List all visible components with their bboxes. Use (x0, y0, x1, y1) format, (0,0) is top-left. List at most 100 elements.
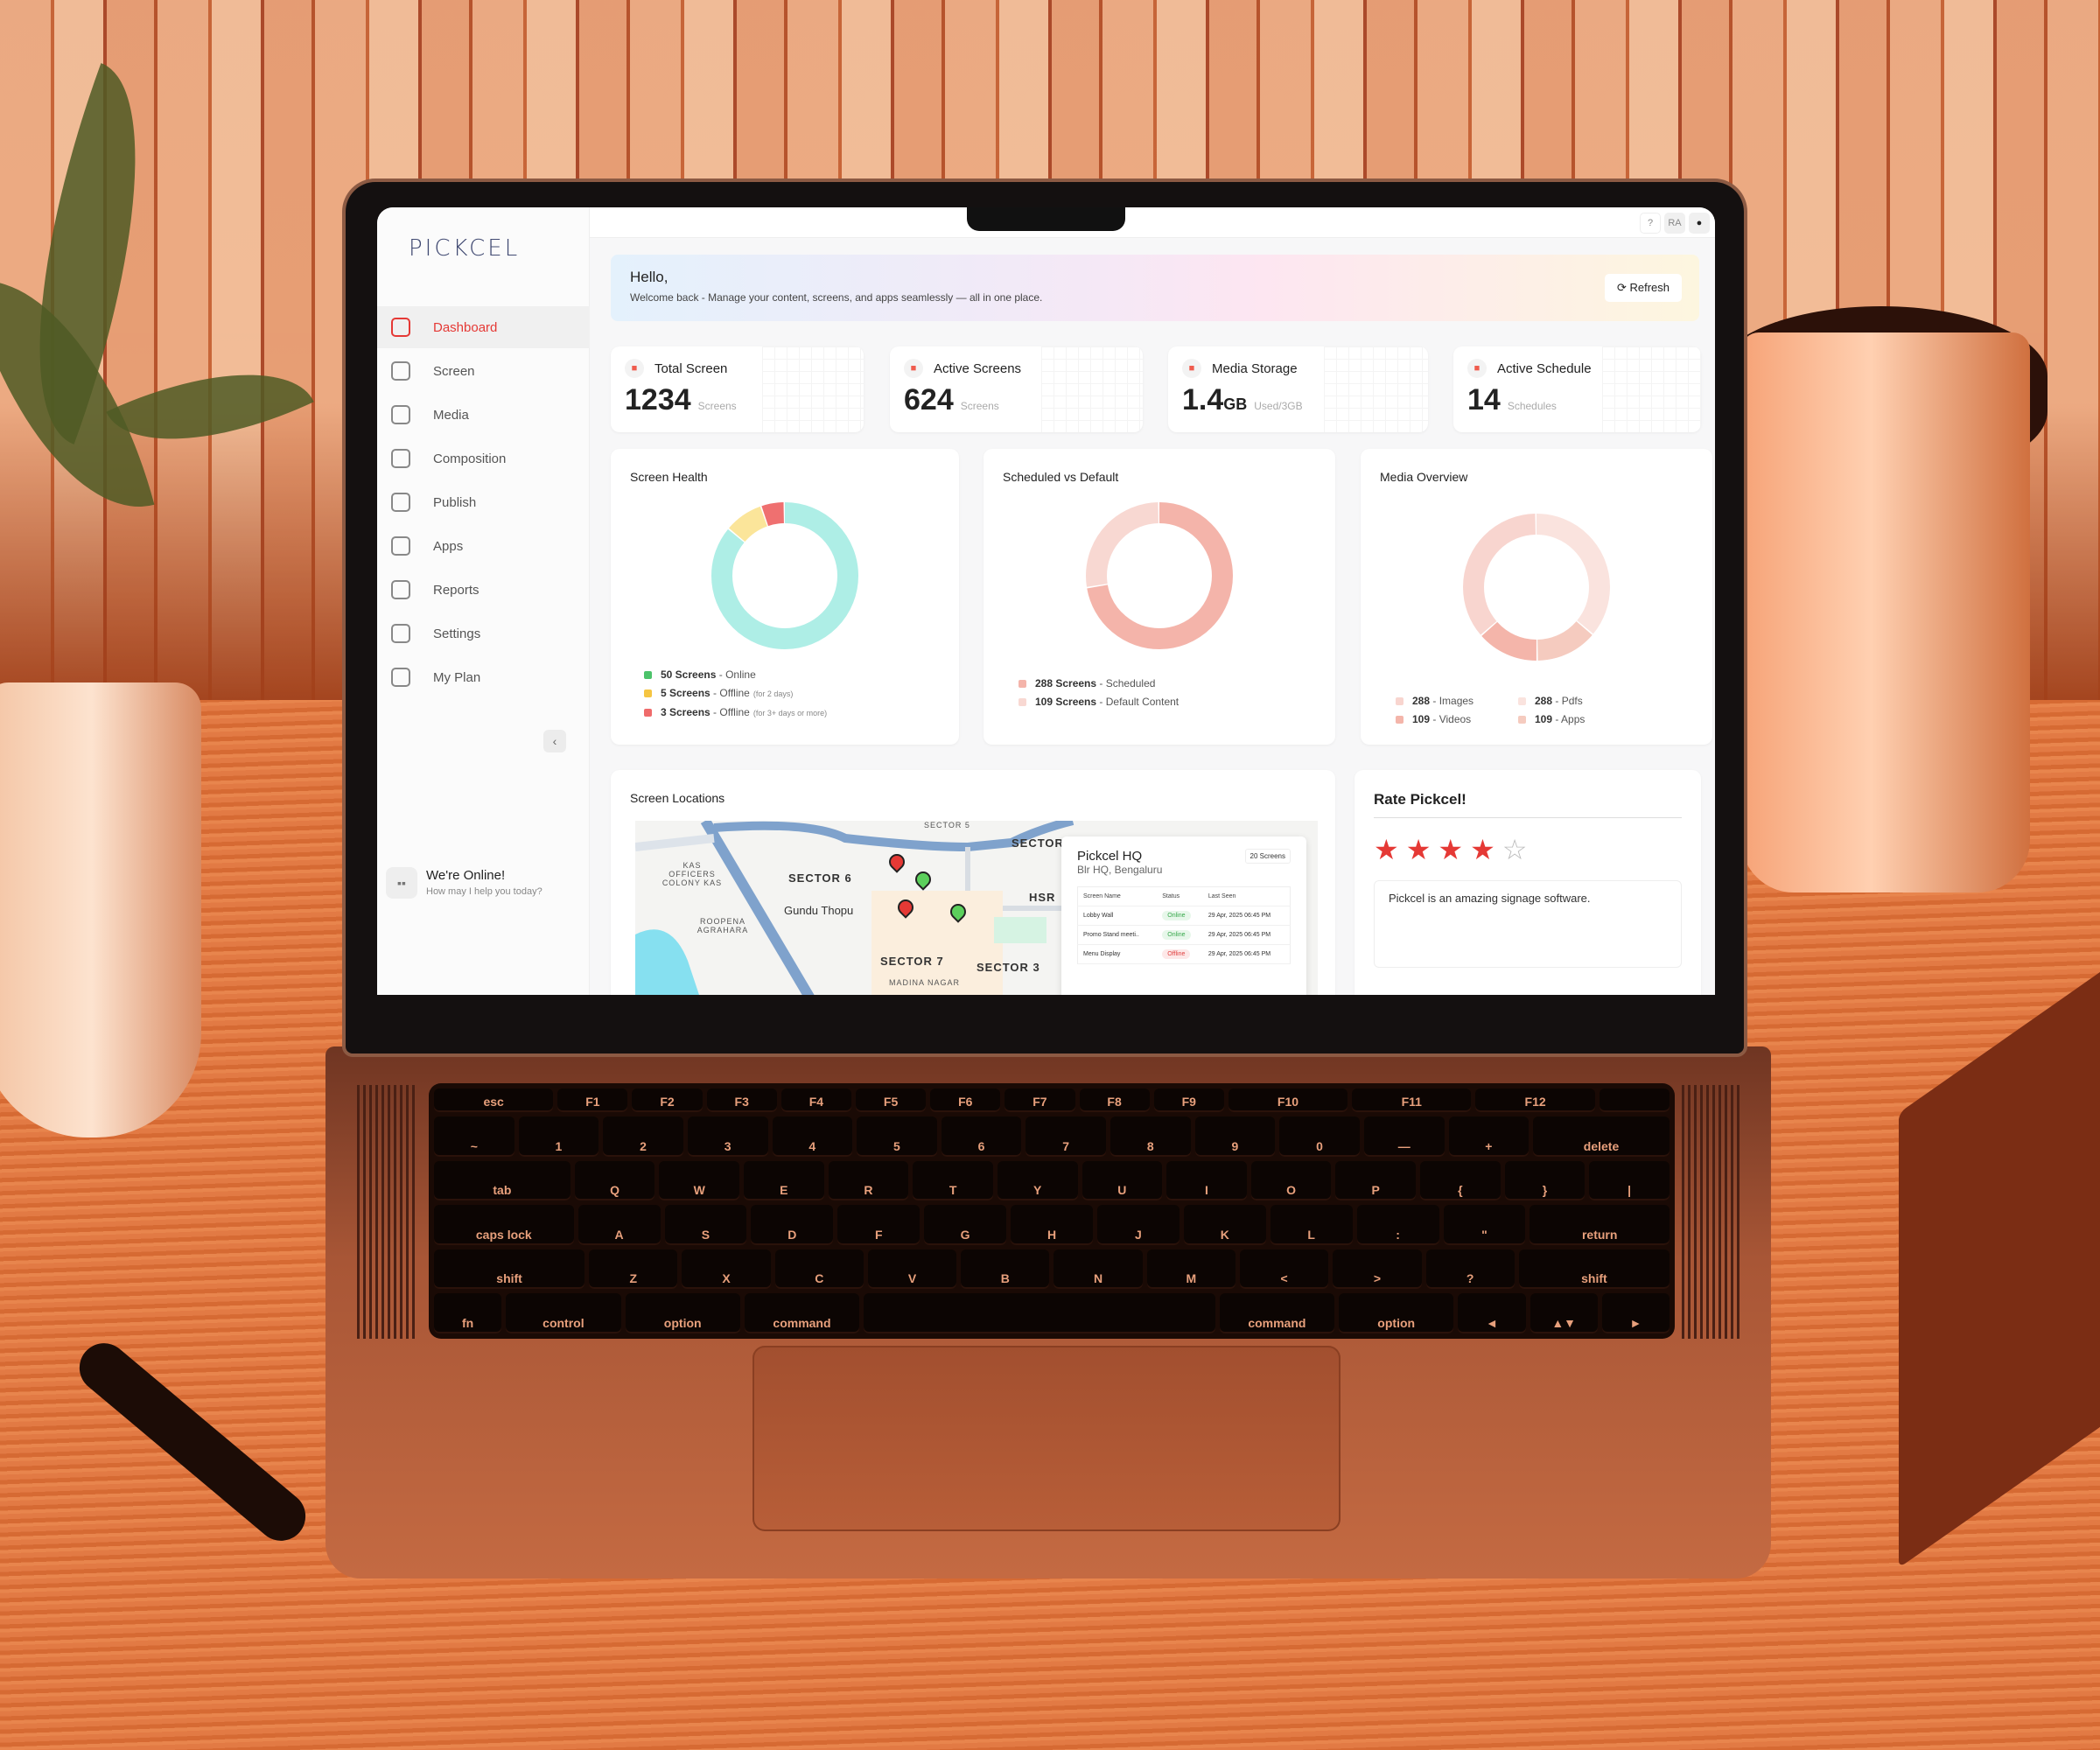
key-g[interactable]: G (924, 1205, 1007, 1245)
sidebar-item-media[interactable]: Media (377, 394, 590, 436)
key-blank[interactable] (1599, 1088, 1670, 1113)
key-blank[interactable] (864, 1293, 1215, 1334)
support-chat[interactable]: ▪▪ We're Online! How may I help you today… (386, 867, 542, 899)
key-f7[interactable]: F7 (1004, 1088, 1075, 1113)
star-filled-icon[interactable]: ★ (1470, 833, 1495, 866)
key-2[interactable]: 2 (603, 1116, 683, 1157)
key-7[interactable]: 7 (1026, 1116, 1106, 1157)
key-f11[interactable]: F11 (1352, 1088, 1472, 1113)
key-m[interactable]: M (1146, 1249, 1236, 1290)
key-k[interactable]: K (1183, 1205, 1266, 1245)
key-c[interactable]: C (774, 1249, 864, 1290)
sidebar-item-my-plan[interactable]: My Plan (377, 656, 590, 698)
key-?[interactable]: ? (1425, 1249, 1515, 1290)
key-r[interactable]: R (828, 1160, 909, 1201)
key-f2[interactable]: F2 (632, 1088, 703, 1113)
user-avatar[interactable]: RA (1664, 213, 1685, 234)
key-tab[interactable]: tab (434, 1160, 570, 1201)
key-command[interactable]: command (744, 1293, 860, 1334)
key-shift[interactable]: shift (1518, 1249, 1670, 1290)
key-i[interactable]: I (1166, 1160, 1247, 1201)
key-a[interactable]: A (578, 1205, 661, 1245)
key-f10[interactable]: F10 (1228, 1088, 1348, 1113)
key-s[interactable]: S (664, 1205, 747, 1245)
sidebar-item-screen[interactable]: Screen (377, 350, 590, 392)
key-►[interactable]: ► (1601, 1293, 1670, 1334)
key-<[interactable]: < (1240, 1249, 1329, 1290)
key-l[interactable]: L (1270, 1205, 1353, 1245)
key-5[interactable]: 5 (857, 1116, 937, 1157)
key-j[interactable]: J (1096, 1205, 1180, 1245)
trackpad[interactable] (752, 1346, 1340, 1531)
key-t[interactable]: T (913, 1160, 993, 1201)
star-filled-icon[interactable]: ★ (1406, 833, 1432, 866)
key-f12[interactable]: F12 (1475, 1088, 1595, 1113)
key-f3[interactable]: F3 (706, 1088, 777, 1113)
sidebar-item-dashboard[interactable]: Dashboard (377, 306, 590, 348)
table-row[interactable]: Lobby Wall Online 29 Apr, 2025 06:45 PM (1077, 906, 1291, 926)
bell-icon[interactable]: ● (1689, 213, 1710, 234)
sidebar-item-reports[interactable]: Reports (377, 569, 590, 611)
key-f[interactable]: F (837, 1205, 920, 1245)
table-row[interactable]: Menu Display Offline 29 Apr, 2025 06:45 PM (1077, 944, 1291, 964)
sidebar-item-apps[interactable]: Apps (377, 525, 590, 567)
key-z[interactable]: Z (589, 1249, 678, 1290)
key-f9[interactable]: F9 (1153, 1088, 1224, 1113)
key-3[interactable]: 3 (687, 1116, 768, 1157)
key-w[interactable]: W (659, 1160, 740, 1201)
key-delete[interactable]: delete (1533, 1116, 1670, 1157)
key-caps-lock[interactable]: caps lock (434, 1205, 574, 1245)
key-fn[interactable]: fn (434, 1293, 502, 1334)
key-n[interactable]: N (1054, 1249, 1143, 1290)
review-input[interactable]: Pickcel is an amazing signage software. (1374, 880, 1682, 968)
key-h[interactable]: H (1011, 1205, 1093, 1245)
key-option[interactable]: option (625, 1293, 740, 1334)
key-f4[interactable]: F4 (780, 1088, 851, 1113)
key-d[interactable]: D (751, 1205, 834, 1245)
sidebar-item-publish[interactable]: Publish (377, 481, 590, 523)
help-button[interactable]: ? (1640, 213, 1661, 234)
key-f6[interactable]: F6 (930, 1088, 1001, 1113)
key-esc[interactable]: esc (434, 1088, 554, 1113)
collapse-sidebar-button[interactable]: ‹ (543, 730, 566, 752)
key-▲▼[interactable]: ▲▼ (1530, 1293, 1598, 1334)
key-|[interactable]: | (1589, 1160, 1670, 1201)
key-o[interactable]: O (1250, 1160, 1332, 1201)
key-f5[interactable]: F5 (855, 1088, 927, 1113)
map[interactable]: SECTOR 5 SECTOR 4 KAS OFFICERS COLONY KA… (635, 821, 1318, 995)
key->[interactable]: > (1333, 1249, 1422, 1290)
key-e[interactable]: E (744, 1160, 824, 1201)
key-:[interactable]: : (1356, 1205, 1439, 1245)
star-filled-icon[interactable]: ★ (1374, 833, 1399, 866)
key-shift[interactable]: shift (434, 1249, 585, 1290)
sidebar-item-composition[interactable]: Composition (377, 438, 590, 480)
star-filled-icon[interactable]: ★ (1438, 833, 1463, 866)
key-}[interactable]: } (1504, 1160, 1586, 1201)
key-0[interactable]: 0 (1279, 1116, 1360, 1157)
key-+[interactable]: + (1448, 1116, 1530, 1157)
key-q[interactable]: Q (574, 1160, 655, 1201)
key-p[interactable]: P (1335, 1160, 1417, 1201)
key-9[interactable]: 9 (1194, 1116, 1276, 1157)
key-6[interactable]: 6 (941, 1116, 1022, 1157)
key-—[interactable]: — (1363, 1116, 1445, 1157)
key-f1[interactable]: F1 (557, 1088, 628, 1113)
key-b[interactable]: B (961, 1249, 1050, 1290)
key-y[interactable]: Y (997, 1160, 1078, 1201)
key-return[interactable]: return (1530, 1205, 1670, 1245)
key-4[interactable]: 4 (772, 1116, 853, 1157)
key-f8[interactable]: F8 (1079, 1088, 1150, 1113)
key-v[interactable]: V (867, 1249, 957, 1290)
key-{[interactable]: { (1420, 1160, 1501, 1201)
key-~[interactable]: ~ (434, 1116, 514, 1157)
star-empty-icon[interactable]: ☆ (1502, 833, 1528, 866)
key-8[interactable]: 8 (1110, 1116, 1191, 1157)
key-command[interactable]: command (1219, 1293, 1335, 1334)
sidebar-item-settings[interactable]: Settings (377, 612, 590, 654)
table-row[interactable]: Promo Stand meeti.. Online 29 Apr, 2025 06… (1077, 925, 1291, 945)
key-"[interactable]: " (1443, 1205, 1526, 1245)
key-1[interactable]: 1 (518, 1116, 599, 1157)
key-control[interactable]: control (506, 1293, 621, 1334)
key-◄[interactable]: ◄ (1458, 1293, 1526, 1334)
star-rating[interactable]: ★ ★ ★ ★ ☆ (1374, 833, 1527, 866)
